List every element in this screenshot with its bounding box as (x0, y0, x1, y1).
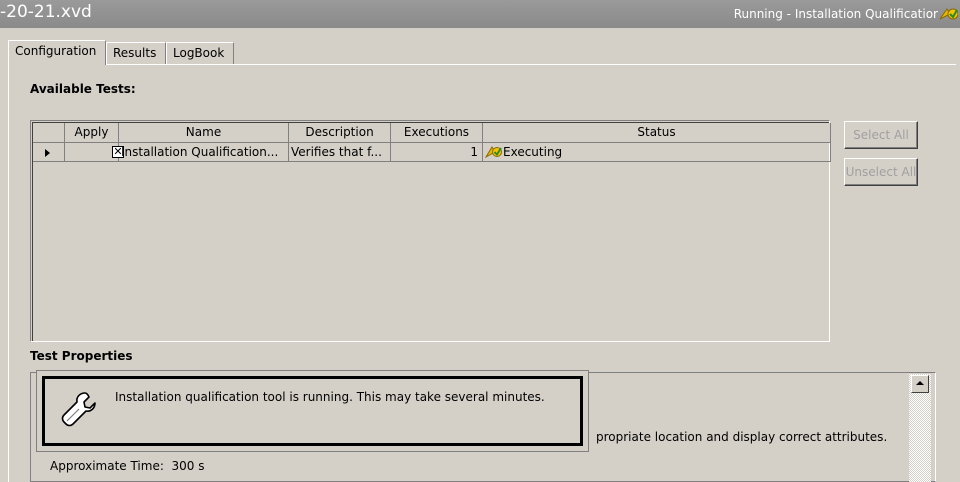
row-header-corner (33, 123, 65, 143)
tests-grid: Apply Name Description Executions Status… (30, 120, 831, 342)
approximate-time-value: 300 s (171, 459, 205, 473)
apply-cell[interactable] (65, 143, 119, 162)
popup-message: Installation qualification tool is runni… (115, 390, 545, 404)
name-cell[interactable]: Installation Qualification... (119, 143, 289, 162)
available-tests-title: Available Tests: (30, 82, 136, 96)
running-notification-popup: Installation qualification tool is runni… (36, 370, 589, 452)
document-title: -20-21.xvd (0, 2, 92, 22)
running-status: Running - Installation Qualificatior (733, 7, 938, 21)
column-header-apply[interactable]: Apply (65, 123, 119, 143)
tab-configuration[interactable]: Configuration (8, 40, 106, 65)
title-bar: -20-21.xvd Running - Installation Qualif… (0, 0, 960, 28)
column-header-name[interactable]: Name (119, 123, 289, 143)
executing-icon (485, 146, 502, 159)
description-cell[interactable]: Verifies that f... (289, 143, 391, 162)
column-header-executions[interactable]: Executions (391, 123, 483, 143)
executions-cell[interactable]: 1 (391, 143, 483, 162)
tab-results[interactable]: Results (106, 42, 166, 64)
status-cell[interactable]: Executing (483, 143, 831, 162)
column-header-description[interactable]: Description (289, 123, 391, 143)
column-header-status[interactable]: Status (483, 123, 831, 143)
unselect-all-button[interactable]: Unselect All (844, 158, 918, 186)
test-properties-title: Test Properties (30, 349, 133, 363)
running-icon (939, 8, 958, 20)
test-description-text: propriate location and display correct a… (596, 430, 888, 444)
tab-logbook[interactable]: LogBook (166, 42, 234, 64)
popup-frame: Installation qualification tool is runni… (42, 376, 583, 446)
approximate-time-label: Approximate Time: (50, 459, 164, 473)
status-text: Executing (503, 145, 563, 159)
scroll-up-button[interactable] (911, 375, 929, 393)
approximate-time: Approximate Time: 300 s (50, 459, 205, 473)
wrench-icon (61, 392, 96, 427)
current-row-arrow-icon (45, 149, 50, 157)
select-all-button[interactable]: Select All (844, 121, 918, 149)
